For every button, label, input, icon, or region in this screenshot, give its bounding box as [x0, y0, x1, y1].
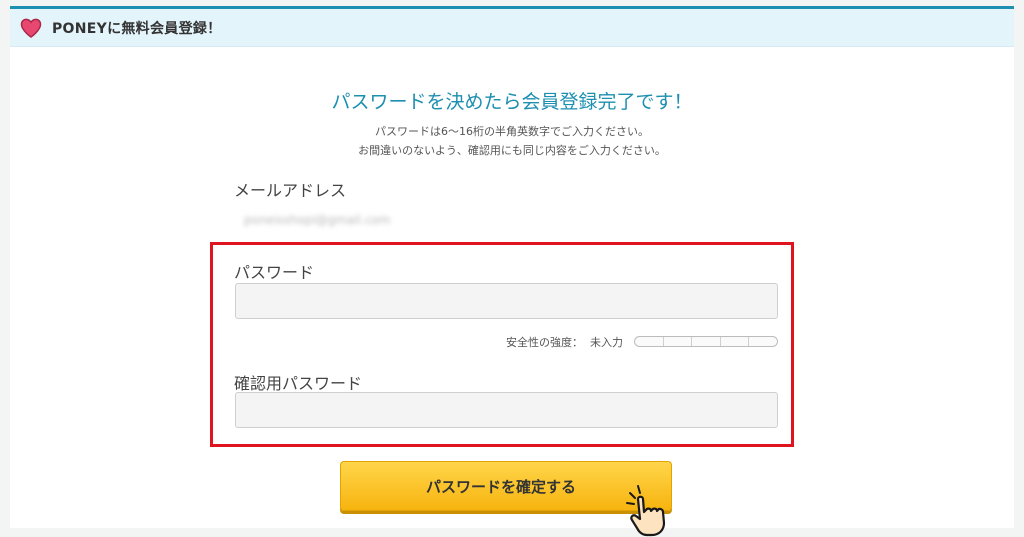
- confirm-password-label: 確認用パスワード: [234, 374, 363, 393]
- instruction-line-2: お間違いのないよう、確認用にも同じ内容をご入力ください。: [358, 144, 666, 157]
- password-input[interactable]: [235, 283, 778, 319]
- strength-meter-segment: [692, 337, 721, 346]
- page-title: パスワードを決めたら会員登録完了です！: [331, 91, 693, 113]
- password-label: パスワード: [234, 263, 315, 282]
- strength-meter: [634, 336, 778, 347]
- strength-meter-segment: [635, 337, 664, 346]
- instruction-line-1: パスワードは6〜16桁の半角英数字でご入力ください。: [375, 125, 649, 138]
- header-bar: PONEYに無料会員登録！: [10, 9, 1014, 47]
- header-title: PONEYに無料会員登録！: [52, 20, 222, 37]
- strength-value: 未入力: [590, 336, 623, 349]
- strength-meter-segment: [721, 337, 750, 346]
- registration-card: PONEYに無料会員登録！ パスワードを決めたら会員登録完了です！ パスワードは…: [10, 6, 1014, 537]
- confirm-password-input[interactable]: [235, 392, 778, 428]
- strength-meter-segment: [664, 337, 693, 346]
- pointing-hand-icon: [626, 485, 666, 537]
- email-value: poneisshopi@gmail.com: [244, 213, 391, 227]
- heart-icon: [20, 18, 42, 38]
- strength-label: 安全性の強度：: [506, 336, 583, 349]
- email-label: メールアドレス: [234, 181, 347, 200]
- confirm-password-button-label: パスワードを確定する: [425, 477, 576, 496]
- strength-meter-segment: [749, 337, 777, 346]
